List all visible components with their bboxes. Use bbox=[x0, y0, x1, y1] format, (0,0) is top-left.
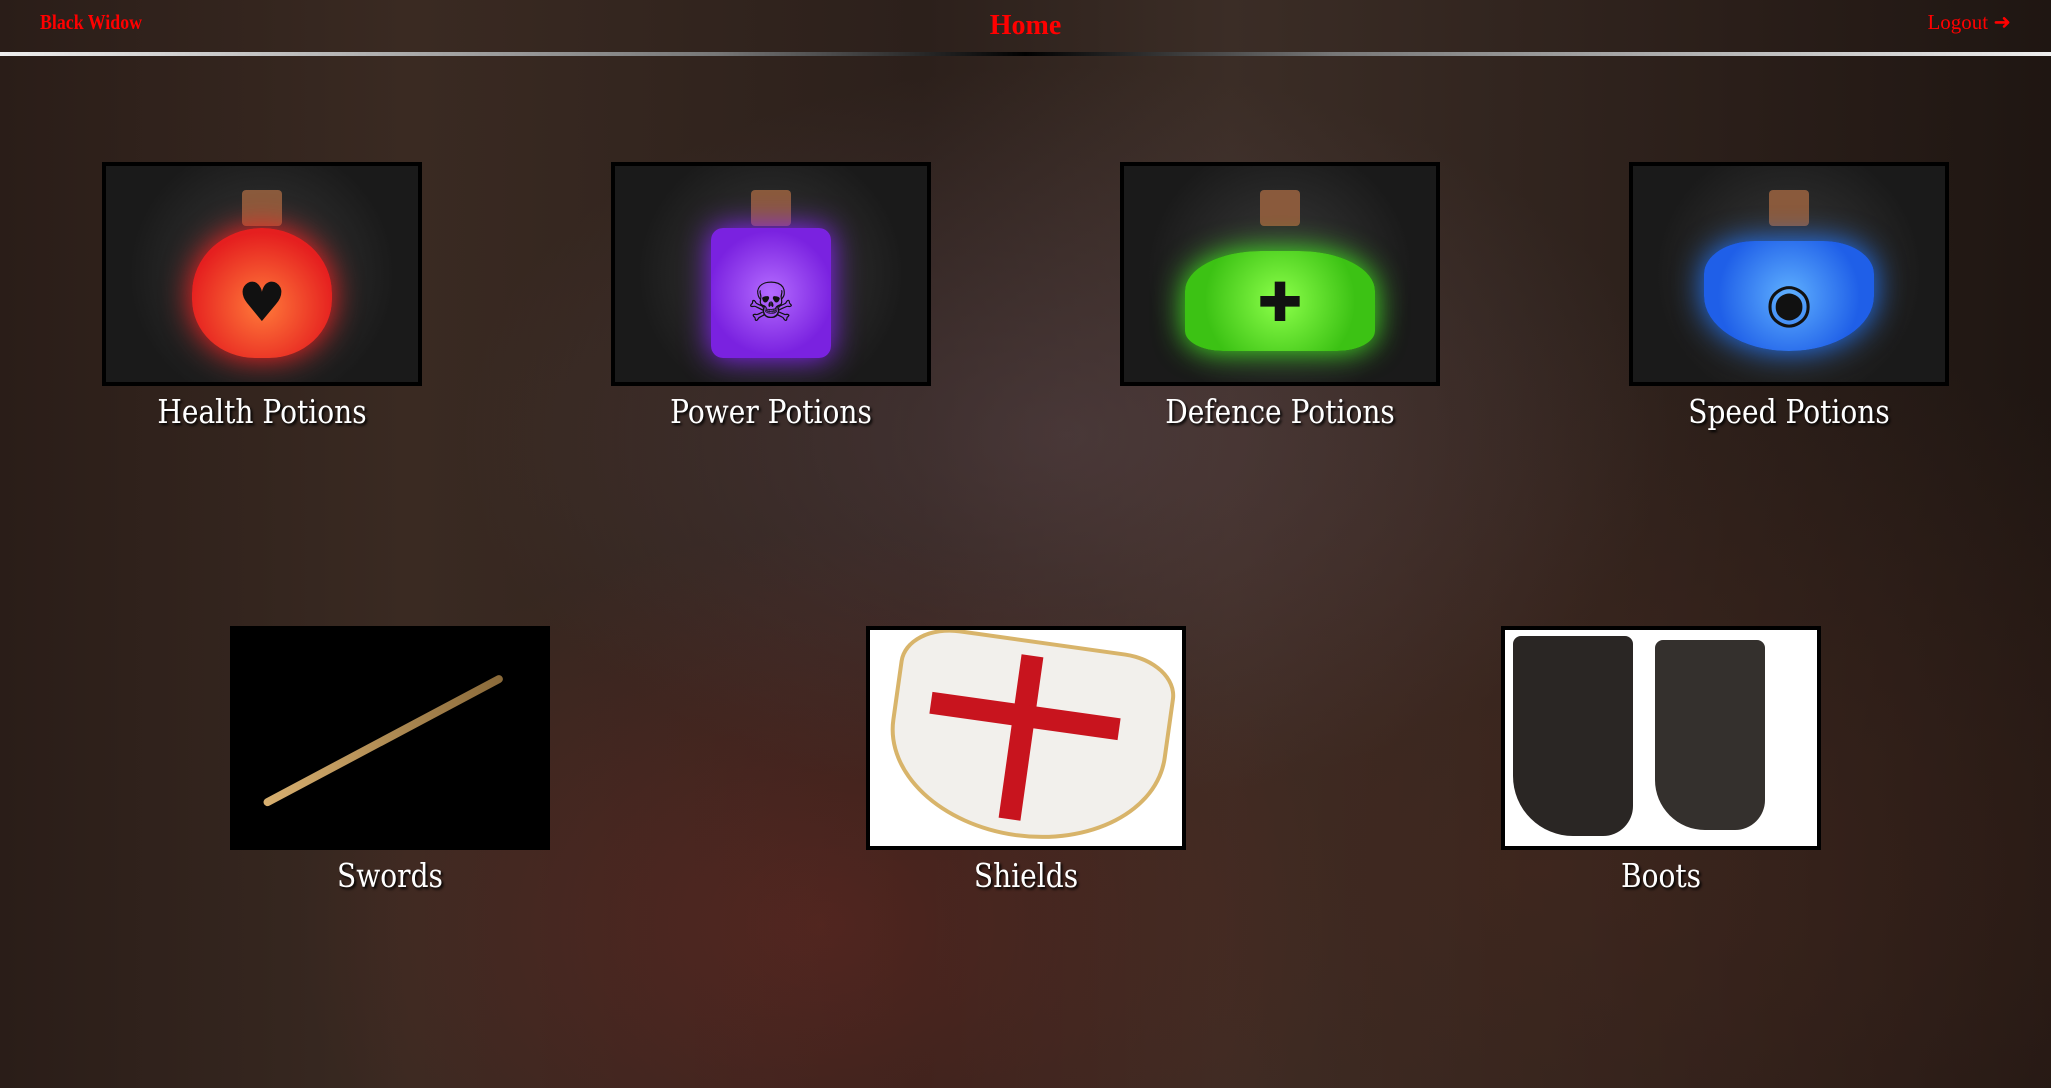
logout-label: Logout bbox=[1927, 10, 1989, 34]
logout-button[interactable]: Logout ➜ bbox=[1927, 10, 2011, 35]
category-label: Health Potions bbox=[157, 392, 367, 431]
category-swords[interactable]: Swords bbox=[230, 626, 550, 895]
category-label: Shields bbox=[973, 856, 1079, 895]
boots-image bbox=[1501, 626, 1821, 850]
category-label: Swords bbox=[337, 856, 443, 895]
header-divider bbox=[0, 52, 2051, 56]
category-label: Defence Potions bbox=[1165, 392, 1395, 431]
category-boots[interactable]: Boots bbox=[1501, 626, 1821, 895]
power-potion-image: ☠ bbox=[611, 162, 931, 386]
sword-image bbox=[230, 626, 550, 850]
speed-potion-image: ◉ bbox=[1629, 162, 1949, 386]
category-label: Boots bbox=[1620, 856, 1702, 895]
category-defence-potions[interactable]: ✚ Defence Potions bbox=[1120, 162, 1440, 431]
sign-out-icon: ➜ bbox=[1993, 10, 2011, 34]
shield-image bbox=[866, 626, 1186, 850]
category-label: Power Potions bbox=[670, 392, 872, 431]
navbar: Black Widow Home Logout ➜ bbox=[0, 0, 2051, 52]
page-title: Home bbox=[989, 10, 1062, 41]
category-speed-potions[interactable]: ◉ Speed Potions bbox=[1629, 162, 1949, 431]
category-health-potions[interactable]: ♥ Health Potions bbox=[102, 162, 422, 431]
category-power-potions[interactable]: ☠ Power Potions bbox=[611, 162, 931, 431]
defence-potion-image: ✚ bbox=[1120, 162, 1440, 386]
category-shields[interactable]: Shields bbox=[866, 626, 1186, 895]
category-label: Speed Potions bbox=[1688, 392, 1890, 431]
health-potion-image: ♥ bbox=[102, 162, 422, 386]
